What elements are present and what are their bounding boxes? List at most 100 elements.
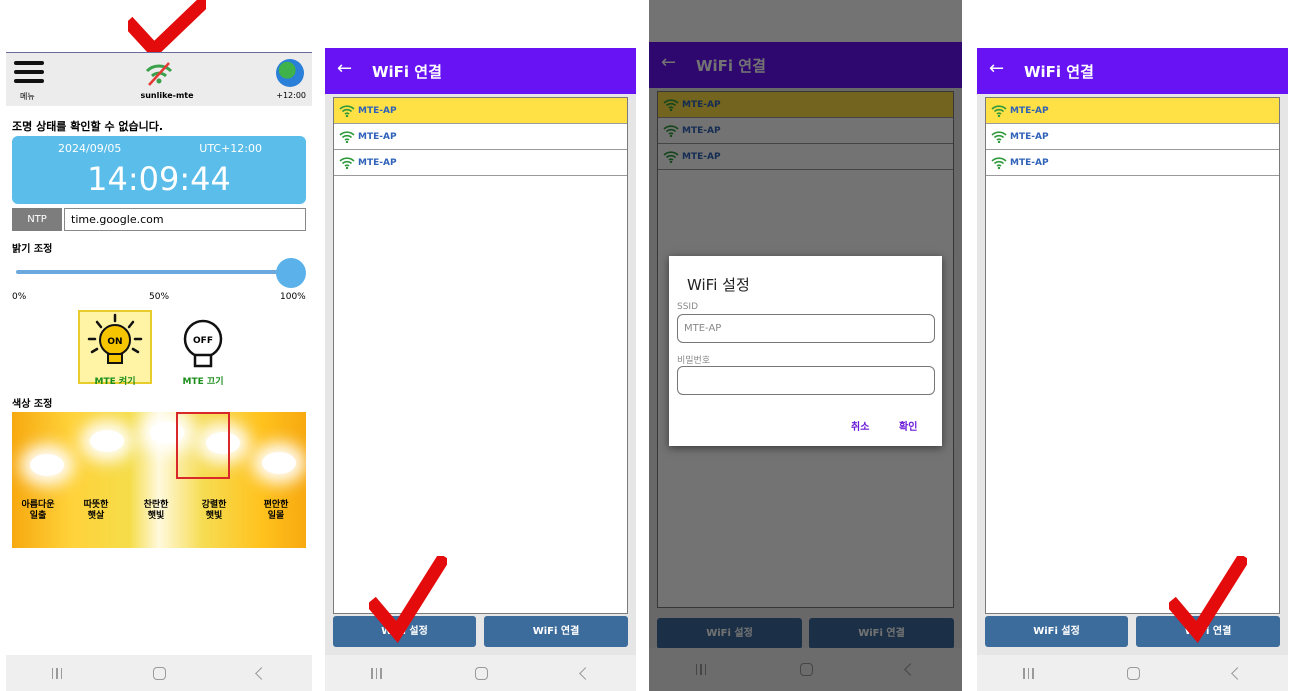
ssid-label: SSID [677,302,699,312]
wifi-settings-button[interactable]: WiFi 설정 [985,616,1128,647]
date-text: 2024/09/05 [58,142,122,155]
checkmark-icon [369,556,447,643]
wifi-ssid: MTE-AP [1010,131,1049,142]
system-nav-bar [6,655,312,691]
preset-line: 편안한 [263,500,289,510]
brightness-slider-thumb[interactable] [276,258,306,288]
wifi-dialog-screen: ← WiFi 연결 MTE-AP MTE-AP MTE-AP WiFi 설정 W… [649,0,962,691]
main-screen: 메뉴 sunlike-mte +12:00 조명 상태를 확인할 수 없습니다.… [6,0,312,691]
wifi-icon [991,156,1007,169]
clock-panel: 2024/09/05 UTC+12:00 14:09:44 [12,136,306,204]
mte-off-label: MTE 끄기 [182,377,224,387]
wifi-ssid: MTE-AP [1010,105,1049,116]
preset-line: 찬란한 [143,500,169,510]
wifi-icon [339,156,355,169]
recent-apps-icon[interactable] [371,667,382,679]
status-text: 조명 상태를 확인할 수 없습니다. [12,120,164,133]
preset-intense-sunshine[interactable]: 강렬한 햇빛 [194,500,234,522]
wifi-list-item[interactable]: MTE-AP [334,150,627,176]
bulb-on-text: ON [107,337,122,347]
glow-light [30,454,64,476]
system-nav-bar [325,655,636,691]
wifi-icon [991,130,1007,143]
menu-icon[interactable] [14,61,44,88]
page-title: WiFi 연결 [1024,63,1094,81]
back-arrow-icon[interactable]: ← [337,58,352,79]
recent-apps-icon[interactable] [51,667,63,679]
wifi-list: MTE-AP MTE-AP MTE-AP [985,97,1280,614]
home-icon[interactable] [1126,666,1140,680]
wifi-icon [339,130,355,143]
back-arrow-icon[interactable]: ← [989,58,1004,79]
checkmark-icon [1169,556,1247,643]
wifi-icon [991,104,1007,117]
brightness-title: 밝기 조정 [12,244,53,255]
brightness-slider-track[interactable] [16,270,288,274]
preset-line: 일몰 [267,511,285,521]
cancel-button[interactable]: 취소 [851,418,869,433]
preset-sunrise[interactable]: 아름다운 일출 [18,500,58,522]
timezone-badge: +12:00 [276,91,306,100]
time-text: 14:09:44 [87,160,231,198]
color-presets-panel[interactable]: 아름다운 일출 따뜻한 햇살 찬란한 햇빛 강렬한 햇빛 편안한 일몰 [12,412,306,548]
wifi-ssid: MTE-AP [1010,157,1049,168]
home-icon[interactable] [474,666,488,680]
wifi-list-item[interactable]: MTE-AP [334,124,627,150]
wifi-list-item[interactable]: MTE-AP [986,150,1279,176]
preset-line: 아름다운 [21,500,55,510]
mte-on-label: MTE 켜기 [94,377,136,387]
wifi-list-item[interactable]: MTE-AP [986,124,1279,150]
wifi-list-item[interactable]: MTE-AP [986,98,1279,124]
device-name: sunlike-mte [140,91,194,100]
mte-on-button[interactable]: ON [78,310,152,384]
slider-label-max: 100% [280,292,306,302]
wifi-ssid: MTE-AP [358,131,397,142]
slider-label-mid: 50% [149,292,170,302]
preset-brilliant-sunshine[interactable]: 찬란한 햇빛 [136,500,176,522]
ntp-server-input[interactable]: time.google.com [64,208,306,231]
wifi-connect-button[interactable]: WiFi 연결 [484,616,628,647]
back-nav-icon[interactable] [255,666,269,680]
wifi-settings-dialog: WiFi 설정 SSID MTE-AP 비밀번호 취소 확인 [669,256,942,446]
wifi-ssid: MTE-AP [358,105,397,116]
recent-apps-icon[interactable] [1023,667,1034,679]
home-icon[interactable] [153,666,167,680]
wifi-off-icon [145,62,173,86]
app-bar: ← WiFi 연결 [977,48,1288,94]
wifi-list-screen: ← WiFi 연결 MTE-AP MTE-AP MTE-AP WiFi 설정 W… [977,0,1288,691]
preset-line: 햇살 [87,511,105,521]
ssid-input[interactable]: MTE-AP [677,314,935,343]
top-bar: 메뉴 sunlike-mte +12:00 [6,52,312,106]
glow-light [90,430,124,452]
bulb-off-icon[interactable]: OFF [180,318,226,372]
menu-label: 메뉴 [20,92,35,101]
preset-line: 따뜻한 [83,500,109,510]
ok-button[interactable]: 확인 [899,418,917,433]
system-nav-bar [977,655,1288,691]
preset-warm-sunlight[interactable]: 따뜻한 햇살 [76,500,116,522]
password-input[interactable] [677,366,935,395]
ntp-button[interactable]: NTP [12,208,62,231]
glow-light [262,452,296,474]
wifi-list: MTE-AP MTE-AP MTE-AP [333,97,628,614]
selected-preset-box [176,412,230,479]
dialog-title: WiFi 설정 [687,276,750,294]
wifi-icon [339,104,355,117]
wifi-ssid: MTE-AP [358,157,397,168]
wifi-list-item[interactable]: MTE-AP [334,98,627,124]
preset-line: 일출 [29,511,47,521]
preset-line: 강렬한 [201,500,227,510]
preset-line: 햇빛 [147,511,165,521]
preset-sunset[interactable]: 편안한 일몰 [256,500,296,522]
bulb-on-icon: ON [87,313,143,364]
bulb-off-text: OFF [193,336,213,346]
preset-line: 햇빛 [205,511,223,521]
color-title: 색상 조정 [12,399,53,410]
page-title: WiFi 연결 [372,63,442,81]
globe-icon[interactable] [276,59,304,87]
password-label: 비밀번호 [677,356,711,366]
back-nav-icon[interactable] [578,666,592,680]
wifi-list-screen: ← WiFi 연결 MTE-AP MTE-AP MTE-AP WiFi 설정 W… [325,0,636,691]
slider-label-min: 0% [12,292,27,302]
back-nav-icon[interactable] [1230,666,1244,680]
